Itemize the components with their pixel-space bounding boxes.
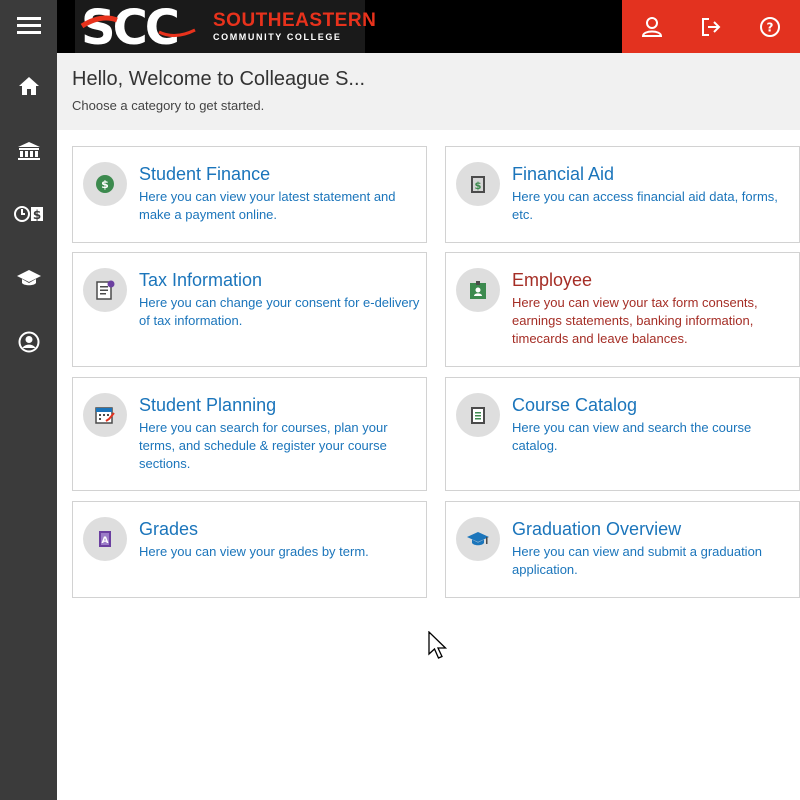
card-title: Financial Aid <box>512 164 615 184</box>
card-tax-information[interactable]: Tax Information Here you can change your… <box>72 252 427 367</box>
sidebar-item-home[interactable] <box>0 64 57 108</box>
tax-form-icon <box>96 280 115 300</box>
svg-text:$: $ <box>32 208 40 222</box>
card-title: Employee <box>512 270 593 290</box>
id-badge-icon <box>470 281 486 299</box>
svg-text:$: $ <box>475 181 482 192</box>
college-logo[interactable]: SCC SOUTHEASTERN COMMUNITY COLLEGE <box>75 0 376 53</box>
card-course-catalog[interactable]: Course Catalog Here you can view and sea… <box>445 377 800 491</box>
card-student-planning[interactable]: Student Planning Here you can search for… <box>72 377 427 491</box>
sidebar-item-academics[interactable] <box>0 256 57 300</box>
svg-text:?: ? <box>767 20 774 34</box>
card-grades[interactable]: A Grades Here you can view your grades b… <box>72 501 427 598</box>
user-circle-icon <box>18 331 39 353</box>
svg-text:A: A <box>102 536 109 546</box>
bank-icon <box>17 142 40 160</box>
sidebar-item-institution[interactable] <box>0 129 57 173</box>
document-dollar-icon: $ <box>471 176 485 193</box>
mouse-cursor-icon <box>428 631 448 659</box>
card-icon-wrap <box>83 393 127 437</box>
clock-dollar-icon: $ <box>13 206 43 222</box>
card-icon-wrap: $ <box>83 162 127 206</box>
card-description: Here you can view your tax form consents… <box>512 295 758 346</box>
help-button[interactable]: ? <box>741 0 800 53</box>
scc-letters-logo: SCC <box>80 0 196 53</box>
card-title: Course Catalog <box>512 395 638 415</box>
card-icon-wrap <box>456 517 500 561</box>
card-description: Here you can access financial aid data, … <box>512 189 778 222</box>
calendar-icon <box>95 407 115 424</box>
card-title: Graduation Overview <box>512 519 682 539</box>
top-header: SCC SOUTHEASTERN COMMUNITY COLLEGE ? <box>57 0 800 53</box>
money-icon: $ <box>96 175 114 193</box>
card-icon-wrap: A <box>83 517 127 561</box>
sign-out-icon <box>701 17 721 36</box>
help-icon: ? <box>760 16 781 37</box>
card-description: Here you can view and submit a graduatio… <box>512 544 763 577</box>
card-title: Student Planning <box>139 395 277 415</box>
card-icon-wrap <box>456 393 500 437</box>
card-title: Student Finance <box>139 164 271 184</box>
home-icon <box>18 77 39 95</box>
card-employee[interactable]: Employee Here you can view your tax form… <box>445 252 800 367</box>
page-subtitle: Choose a category to get started. <box>72 98 265 113</box>
welcome-banner: Hello, Welcome to Colleague S... Choose … <box>57 53 800 130</box>
scc-logo-mark: SCC <box>75 0 197 53</box>
card-financial-aid[interactable]: $ Financial Aid Here you can access fina… <box>445 146 800 243</box>
card-icon-wrap <box>456 268 500 312</box>
logo-text: SOUTHEASTERN COMMUNITY COLLEGE <box>213 9 377 43</box>
menu-button[interactable] <box>0 3 57 47</box>
graduation-cap-icon <box>16 270 41 286</box>
card-title: Tax Information <box>139 270 263 290</box>
header-actions: ? <box>622 0 800 53</box>
card-icon-wrap <box>83 268 127 312</box>
svg-text:$: $ <box>101 178 109 191</box>
catalog-book-icon <box>471 407 485 424</box>
user-icon <box>641 16 662 37</box>
card-description: Here you can view your latest statement … <box>139 189 396 222</box>
sidebar: $ <box>0 0 57 800</box>
user-profile-button[interactable] <box>622 0 681 53</box>
sidebar-item-finance[interactable]: $ <box>0 192 57 236</box>
card-description: Here you can view and search the course … <box>512 420 752 453</box>
logo-line-2: COMMUNITY COLLEGE <box>213 31 342 42</box>
sign-out-button[interactable] <box>681 0 740 53</box>
card-description: Here you can search for courses, plan yo… <box>139 420 388 471</box>
card-title: Grades <box>139 519 199 539</box>
card-graduation-overview[interactable]: Graduation Overview Here you can view an… <box>445 501 800 598</box>
app-root: $ SCC SOUTHEASTERN COMMUNITY COLLEGE ? H… <box>0 0 800 800</box>
grades-icon: A <box>99 531 111 547</box>
card-description: Here you can view your grades by term. <box>139 544 369 559</box>
logo-line-1: SOUTHEASTERN <box>213 9 377 31</box>
sidebar-item-profile[interactable] <box>0 320 57 364</box>
card-student-finance[interactable]: $ Student Finance Here you can view your… <box>72 146 427 243</box>
svg-text:SCC: SCC <box>81 0 178 53</box>
hamburger-icon <box>16 17 41 34</box>
mortarboard-icon <box>467 532 489 546</box>
card-description: Here you can change your consent for e-d… <box>139 295 420 328</box>
card-icon-wrap: $ <box>456 162 500 206</box>
page-title: Hello, Welcome to Colleague S... <box>72 68 366 90</box>
